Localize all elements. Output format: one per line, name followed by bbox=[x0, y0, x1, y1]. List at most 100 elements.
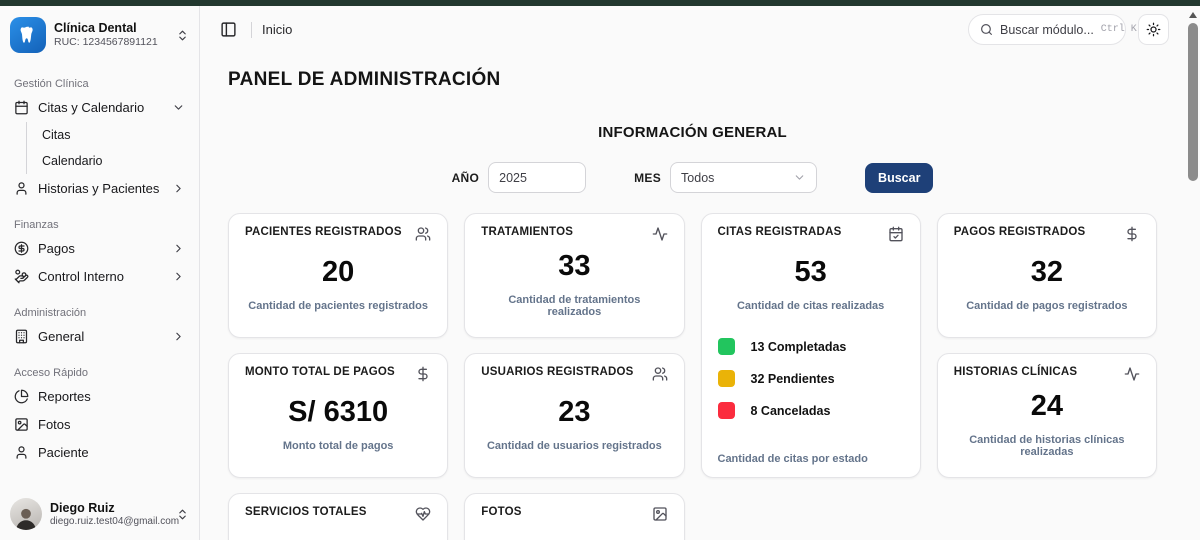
user-icon bbox=[14, 445, 29, 460]
card-value: 20 bbox=[321, 255, 355, 288]
card-title: TRATAMIENTOS bbox=[481, 226, 574, 238]
top-header: Inicio Buscar módulo... Ctrl K bbox=[200, 6, 1185, 53]
calendar-check-icon bbox=[888, 226, 904, 242]
card-subtitle: Cantidad de usuarios registrados bbox=[486, 439, 662, 452]
citas-status-legend: 13 Completadas 32 Pendientes 8 Cancelada… bbox=[717, 338, 904, 419]
card-pagos-registrados: PAGOS REGISTRADOS 32 Cantidad de pagos r… bbox=[936, 213, 1157, 338]
sidebar-item-label: Pagos bbox=[38, 240, 75, 256]
person-photo-icon bbox=[16, 508, 36, 530]
sidebar-item-citas[interactable]: Citas bbox=[27, 122, 191, 148]
card-subtitle: Cantidad de tratamientos realizados bbox=[508, 293, 641, 318]
users-icon bbox=[415, 226, 431, 242]
clinic-logo bbox=[10, 17, 46, 53]
sidebar-item-label: Control Interno bbox=[38, 268, 124, 284]
activity-icon bbox=[1124, 366, 1140, 382]
card-title: PAGOS REGISTRADOS bbox=[953, 226, 1086, 238]
sidebar-item-reportes[interactable]: Reportes bbox=[8, 382, 191, 410]
sidebar-item-calendario[interactable]: Calendario bbox=[27, 148, 191, 174]
sidebar-item-paciente[interactable]: Paciente bbox=[8, 438, 191, 466]
section-label: Finanzas bbox=[14, 219, 59, 231]
chevron-right-icon bbox=[172, 182, 185, 195]
panel-left-icon bbox=[220, 21, 237, 38]
sidebar: Clínica Dental RUC: 1234567891121 Gestió… bbox=[0, 6, 200, 540]
pie-chart-icon bbox=[14, 389, 29, 404]
user-name: Diego Ruiz bbox=[50, 500, 115, 515]
section-label: Acceso Rápido bbox=[14, 367, 88, 379]
card-subtitle: Cantidad de historias clínicas realizada… bbox=[969, 433, 1125, 458]
sidebar-item-label: General bbox=[38, 328, 85, 344]
sun-icon bbox=[1146, 22, 1161, 37]
buscar-button[interactable]: Buscar bbox=[865, 162, 934, 193]
sidebar-item-label: Fotos bbox=[38, 416, 71, 432]
dollar-icon bbox=[1124, 226, 1140, 242]
image-icon bbox=[14, 417, 29, 432]
card-title: MONTO TOTAL DE PAGOS bbox=[245, 366, 395, 378]
calendar-icon bbox=[14, 100, 29, 115]
org-name: Clínica Dental bbox=[54, 21, 137, 36]
card-footnote: Cantidad de citas por estado bbox=[717, 453, 868, 465]
sidebar-section-finanzas: Finanzas Pagos Control Interno bbox=[8, 212, 191, 290]
card-title: CITAS REGISTRADAS bbox=[717, 226, 842, 238]
sidebar-item-historias-y-pacientes[interactable]: Historias y Pacientes bbox=[8, 174, 191, 202]
card-tratamientos: TRATAMIENTOS 33 Cantidad de tratamientos… bbox=[464, 213, 685, 338]
chevrons-up-down-icon bbox=[176, 508, 189, 521]
chevron-right-icon bbox=[172, 242, 185, 255]
card-servicios-totales: SERVICIOS TOTALES bbox=[228, 493, 449, 540]
sidebar-toggle-button[interactable] bbox=[216, 17, 241, 42]
scrollbar-thumb[interactable] bbox=[1188, 23, 1198, 181]
month-select[interactable]: Todos bbox=[670, 162, 818, 193]
stats-grid: PACIENTES REGISTRADOS 20 Cantidad de pac… bbox=[228, 213, 1157, 540]
sidebar-item-general[interactable]: General bbox=[8, 322, 191, 350]
org-switcher[interactable]: Clínica Dental RUC: 1234567891121 bbox=[8, 6, 191, 61]
month-label: MES bbox=[634, 170, 662, 185]
completadas-swatch bbox=[717, 338, 735, 355]
legend-label: 13 Completadas bbox=[750, 339, 847, 354]
search-placeholder: Buscar módulo... bbox=[1000, 22, 1094, 37]
legend-item-pendientes: 32 Pendientes bbox=[717, 370, 904, 387]
search-shortcut-badge: Ctrl K bbox=[1100, 24, 1137, 35]
year-label: AÑO bbox=[451, 170, 480, 185]
search-icon bbox=[980, 23, 993, 36]
user-icon bbox=[14, 181, 29, 196]
card-subtitle: Cantidad de pacientes registrados bbox=[248, 299, 428, 312]
user-meta: Diego Ruiz diego.ruiz.test04@gmail.com bbox=[50, 500, 180, 528]
heart-pulse-icon bbox=[415, 506, 431, 522]
sidebar-item-control-interno[interactable]: Control Interno bbox=[8, 262, 191, 290]
vertical-scrollbar[interactable] bbox=[1186, 6, 1200, 540]
user-email: diego.ruiz.test04@gmail.com bbox=[50, 515, 180, 527]
sidebar-item-fotos[interactable]: Fotos bbox=[8, 410, 191, 438]
org-ruc: RUC: 1234567891121 bbox=[54, 36, 158, 49]
card-value: 53 bbox=[794, 256, 827, 288]
theme-toggle-button[interactable] bbox=[1138, 14, 1169, 45]
scroll-up-arrow[interactable] bbox=[1189, 12, 1197, 18]
section-label: Gestión Clínica bbox=[14, 78, 89, 90]
building-icon bbox=[14, 329, 29, 344]
card-usuarios-registrados: USUARIOS REGISTRADOS 23 Cantidad de usua… bbox=[464, 353, 685, 478]
sidebar-item-label: Historias y Pacientes bbox=[38, 180, 160, 196]
user-menu[interactable]: Diego Ruiz diego.ruiz.test04@gmail.com bbox=[8, 489, 191, 540]
card-fotos: FOTOS bbox=[464, 493, 685, 540]
tooth-icon bbox=[20, 26, 33, 43]
sidebar-section-administracion: Administración General bbox=[8, 300, 191, 350]
month-select-value: Todos bbox=[681, 170, 715, 185]
card-value: 24 bbox=[1030, 389, 1063, 422]
card-subtitle: Monto total de pagos bbox=[282, 439, 394, 452]
circle-dollar-icon bbox=[14, 241, 29, 256]
module-search-input[interactable]: Buscar módulo... Ctrl K bbox=[968, 14, 1137, 45]
card-pacientes-registrados: PACIENTES REGISTRADOS 20 Cantidad de pac… bbox=[228, 213, 449, 338]
year-input[interactable] bbox=[488, 162, 587, 193]
filters-bar: AÑO MES Todos Buscar bbox=[200, 162, 1185, 193]
chevron-right-icon bbox=[172, 270, 185, 283]
main-area: Inicio Buscar módulo... Ctrl K PANEL DE … bbox=[200, 6, 1200, 540]
card-title: SERVICIOS TOTALES bbox=[245, 506, 367, 518]
sidebar-item-citas-y-calendario[interactable]: Citas y Calendario bbox=[8, 93, 191, 121]
card-value: 32 bbox=[1030, 255, 1063, 288]
card-subtitle: Cantidad de citas realizadas bbox=[736, 300, 885, 312]
avatar bbox=[10, 498, 42, 530]
card-citas-registradas: CITAS REGISTRADAS 53 Cantidad de citas r… bbox=[700, 213, 921, 478]
sidebar-item-pagos[interactable]: Pagos bbox=[8, 234, 191, 262]
card-title: FOTOS bbox=[481, 506, 522, 518]
chevrons-up-down-icon bbox=[176, 29, 189, 42]
dollar-icon bbox=[415, 366, 431, 382]
card-value: 23 bbox=[558, 395, 591, 428]
